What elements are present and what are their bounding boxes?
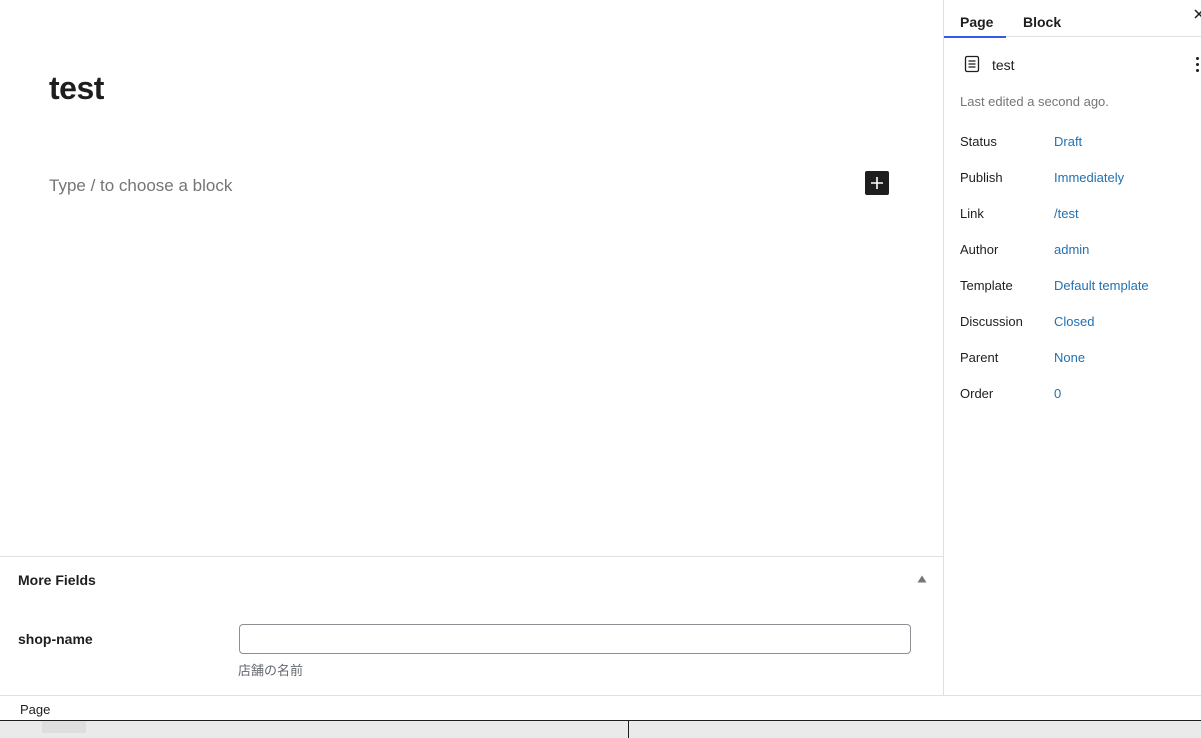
editor-canvas: test Type / to choose a block xyxy=(0,0,943,557)
link-label: Link xyxy=(960,206,984,221)
author-row: Author admin xyxy=(960,240,1200,260)
template-row: Template Default template xyxy=(960,276,1200,296)
order-row: Order 0 xyxy=(960,384,1200,404)
link-row: Link /test xyxy=(960,204,1200,224)
tab-block[interactable]: Block xyxy=(1007,0,1073,37)
author-label: Author xyxy=(960,242,999,257)
status-label: Status xyxy=(960,134,997,149)
publish-value[interactable]: Immediately xyxy=(1054,170,1124,185)
template-value[interactable]: Default template xyxy=(1054,278,1149,293)
author-value[interactable]: admin xyxy=(1054,242,1089,257)
close-sidebar-button[interactable] xyxy=(1192,6,1201,22)
order-label: Order xyxy=(960,386,994,401)
sidebar-tabs: Page Block xyxy=(944,0,1201,38)
shop-name-description: 店舗の名前 xyxy=(238,664,304,679)
close-icon xyxy=(1194,9,1201,19)
order-value[interactable]: 0 xyxy=(1054,386,1061,401)
link-value[interactable]: /test xyxy=(1054,206,1079,221)
status-value[interactable]: Draft xyxy=(1054,134,1082,149)
discussion-value[interactable]: Closed xyxy=(1054,314,1094,329)
last-edited-text: Last edited a second ago. xyxy=(960,94,1109,109)
editor-footer: Page xyxy=(0,695,1201,720)
discussion-row: Discussion Closed xyxy=(960,312,1200,332)
document-summary: test xyxy=(960,55,1200,75)
page-icon xyxy=(964,55,980,73)
block-placeholder[interactable]: Type / to choose a block xyxy=(49,176,232,196)
post-title[interactable]: test xyxy=(49,70,104,107)
shop-name-label: shop-name xyxy=(18,631,93,647)
settings-sidebar: Page Block test Last edited a second ago… xyxy=(943,0,1201,695)
publish-label: Publish xyxy=(960,170,1003,185)
parent-label: Parent xyxy=(960,350,999,365)
breadcrumb[interactable]: Page xyxy=(20,702,50,717)
document-title: test xyxy=(992,57,1015,73)
status-row: Status Draft xyxy=(960,132,1200,152)
background-tab xyxy=(42,721,86,733)
divider xyxy=(628,721,629,738)
metabox-title[interactable]: More Fields xyxy=(18,572,96,588)
discussion-label: Discussion xyxy=(960,314,1023,329)
tab-page[interactable]: Page xyxy=(944,0,1006,38)
metabox-toggle-button[interactable] xyxy=(912,571,932,587)
block-inserter-button[interactable] xyxy=(865,171,889,195)
shop-name-input[interactable] xyxy=(239,624,911,654)
triangle-up-icon xyxy=(917,575,927,583)
parent-row: Parent None xyxy=(960,348,1200,368)
plus-icon xyxy=(871,177,883,189)
template-label: Template xyxy=(960,278,1013,293)
window-bottom-strip xyxy=(0,720,1201,738)
more-vertical-icon[interactable] xyxy=(1192,54,1201,74)
parent-value[interactable]: None xyxy=(1054,350,1085,365)
more-fields-metabox: More Fields shop-name 店舗の名前 xyxy=(0,556,943,696)
publish-row: Publish Immediately xyxy=(960,168,1200,188)
